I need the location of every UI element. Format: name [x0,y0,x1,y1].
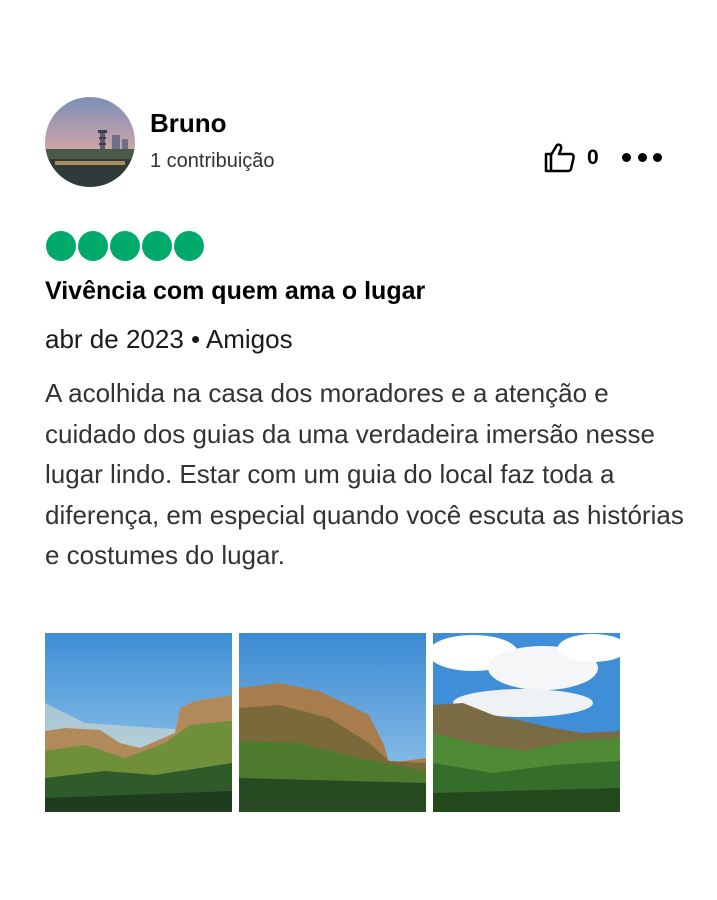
thumbs-up-icon [544,143,575,173]
user-contributions: 1 contribuição [150,150,275,172]
more-options-icon [622,152,631,162]
review-photo-1[interactable] [45,633,232,812]
review-meta: abr de 2023 • Amigos [45,324,293,354]
review-body: A acolhida na casa dos moradores e a ate… [45,378,684,570]
review-photo-3[interactable] [433,633,620,812]
landscape-photo [45,633,232,812]
rating-bubble-icon [78,231,108,261]
more-options-icon [653,152,662,162]
rating-bubble-icon [110,231,140,261]
rating-bubble-icon [174,231,204,261]
like-button[interactable]: 0 [543,142,599,174]
review-photos [45,633,620,812]
user-avatar-photo [45,97,135,187]
landscape-photo [433,633,620,812]
more-options-button[interactable] [622,146,662,168]
rating-bubble-icon [142,231,172,261]
user-name[interactable]: Bruno [150,108,227,139]
avatar[interactable] [45,97,135,187]
rating-bubbles [46,231,204,261]
review-title[interactable]: Vivência com quem ama o lugar [45,277,425,306]
more-options-icon [637,152,647,162]
like-count: 0 [587,146,599,169]
review-photo-2[interactable] [239,633,426,812]
rating-bubble-icon [46,231,76,261]
landscape-photo [239,633,426,812]
